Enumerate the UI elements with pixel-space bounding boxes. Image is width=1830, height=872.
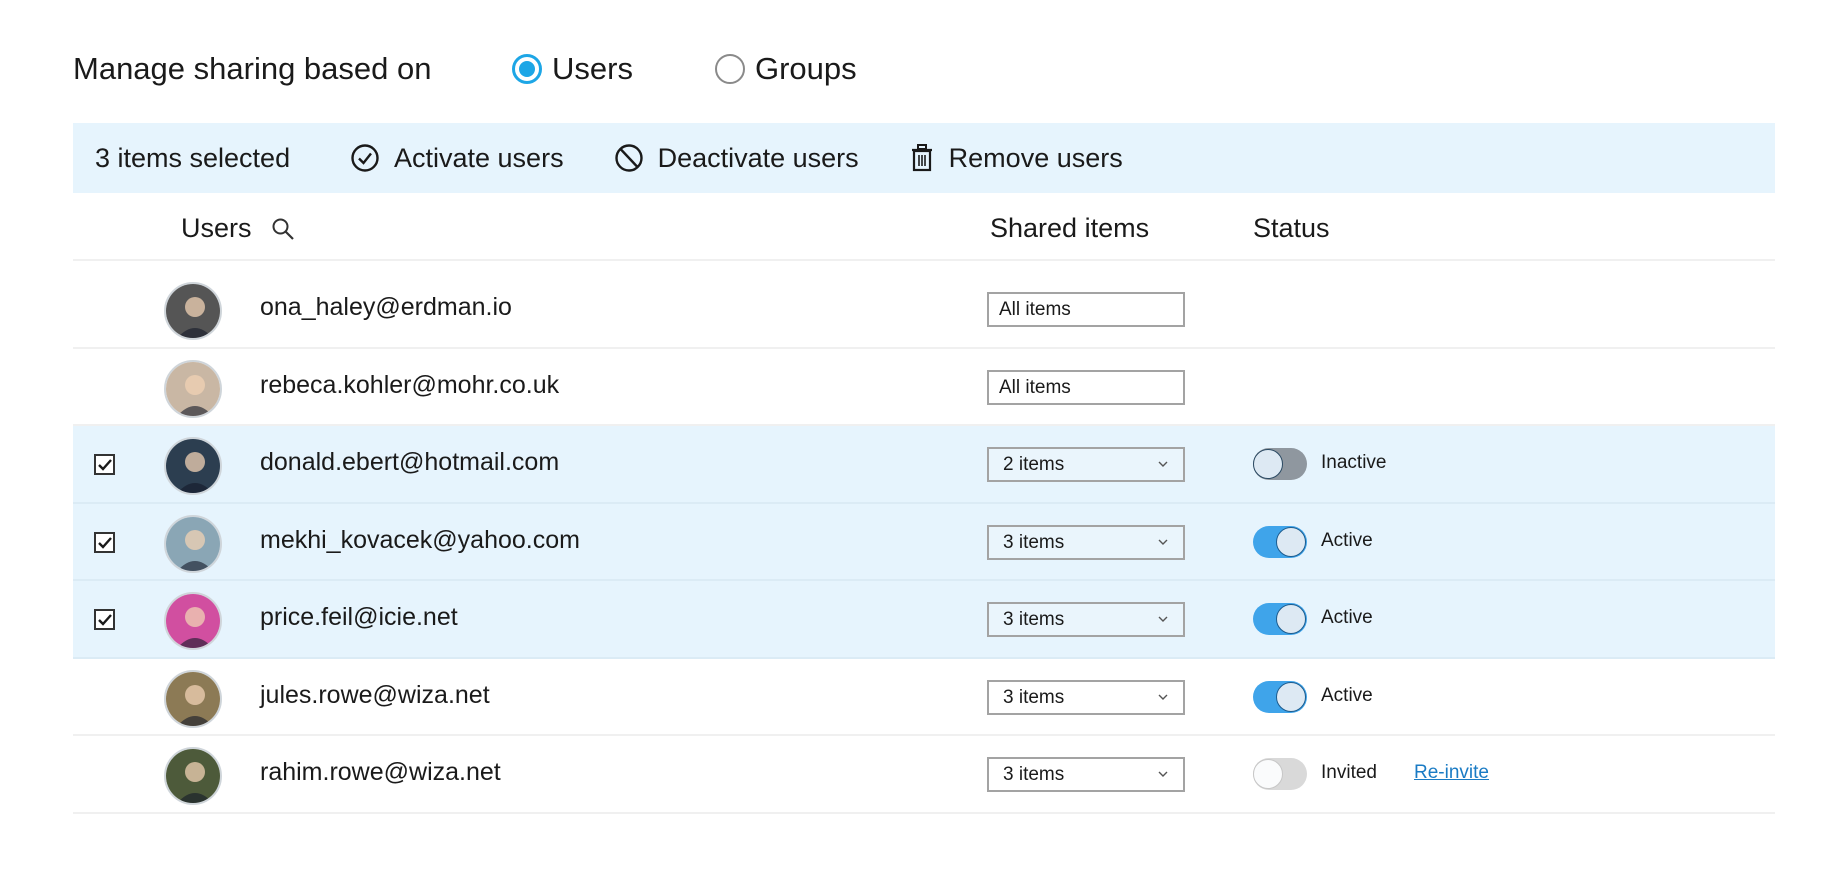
- activate-users-button[interactable]: Activate users: [350, 143, 564, 174]
- remove-users-button[interactable]: Remove users: [909, 143, 1123, 174]
- user-email: price.feil@icie.net: [260, 603, 458, 631]
- page-title: Manage sharing based on: [73, 51, 432, 86]
- avatar: [164, 282, 222, 340]
- row-checkbox[interactable]: [94, 609, 115, 630]
- remove-users-label: Remove users: [948, 142, 1123, 173]
- table-row[interactable]: rahim.rowe@wiza.net 3 items Invited Re-invi…: [73, 736, 1775, 814]
- shared-items-value: 3 items: [1003, 609, 1065, 630]
- toggle-knob: [1276, 526, 1306, 557]
- row-checkbox[interactable]: [94, 454, 115, 475]
- toggle-knob: [1276, 604, 1306, 634]
- status-toggle[interactable]: [1253, 448, 1307, 480]
- shared-items-dropdown[interactable]: 2 items: [987, 447, 1185, 482]
- toggle-knob: [1276, 681, 1306, 712]
- status-label: Active: [1321, 684, 1373, 706]
- radio-users-indicator[interactable]: [512, 54, 542, 84]
- chevron-down-icon: [1158, 616, 1168, 622]
- user-email: jules.rowe@wiza.net: [260, 680, 490, 709]
- row-checkbox[interactable]: [94, 531, 115, 553]
- avatar: [164, 514, 222, 573]
- status-label: Inactive: [1321, 452, 1387, 473]
- table-row[interactable]: price.feil@icie.net 3 items Active: [73, 581, 1775, 659]
- chevron-down-icon: [1158, 771, 1168, 777]
- ban-icon: [614, 144, 643, 172]
- deactivate-users-button[interactable]: Deactivate users: [614, 143, 859, 174]
- user-email: donald.ebert@hotmail.com: [260, 448, 560, 476]
- status-toggle[interactable]: [1253, 603, 1307, 635]
- radio-groups[interactable]: Groups: [714, 51, 857, 87]
- chevron-down-icon: [1158, 539, 1168, 545]
- shared-items-field[interactable]: All items: [987, 369, 1185, 405]
- bulk-action-bar: 3 items selected Activate users Deactiva…: [73, 123, 1775, 193]
- user-email: rahim.rowe@wiza.net: [260, 758, 501, 786]
- search-icon[interactable]: [271, 217, 295, 241]
- radio-groups-indicator[interactable]: [714, 54, 745, 84]
- table-row[interactable]: mekhi_kovacek@yahoo.com 3 items Active: [73, 503, 1775, 581]
- status-toggle[interactable]: [1253, 758, 1307, 790]
- selected-count: 3 items selected: [95, 142, 291, 173]
- shared-items-field[interactable]: All items: [987, 292, 1185, 327]
- shared-items-value: All items: [999, 376, 1071, 398]
- shared-items-value: 2 items: [1003, 454, 1065, 475]
- table-row[interactable]: jules.rowe@wiza.net 3 items Active: [73, 659, 1775, 736]
- toggle-knob: [1253, 449, 1283, 479]
- avatar: [164, 592, 222, 650]
- table-header: Users Shared items Status: [73, 203, 1775, 261]
- table-row[interactable]: ona_haley@erdman.io All items: [73, 271, 1775, 349]
- status-toggle[interactable]: [1253, 680, 1307, 713]
- checkmark-icon: [98, 614, 112, 626]
- radio-users-label: Users: [552, 51, 633, 86]
- user-email: ona_haley@erdman.io: [260, 293, 512, 321]
- status-toggle[interactable]: [1253, 525, 1307, 558]
- checkmark-icon: [98, 536, 112, 549]
- users-table: ona_haley@erdman.io All items rebeca.kohle…: [73, 271, 1775, 814]
- shared-items-dropdown[interactable]: 3 items: [987, 602, 1185, 637]
- table-row[interactable]: donald.ebert@hotmail.com 2 items Inactive: [73, 426, 1775, 504]
- chevron-down-icon: [1158, 694, 1168, 700]
- avatar: [164, 437, 222, 495]
- column-header-users: Users: [181, 213, 252, 243]
- chevron-down-icon: [1158, 461, 1168, 467]
- user-email: mekhi_kovacek@yahoo.com: [260, 525, 580, 554]
- deactivate-users-label: Deactivate users: [657, 142, 859, 173]
- shared-items-value: All items: [999, 299, 1071, 320]
- sharing-mode-header: Manage sharing based on Users Groups: [73, 46, 939, 92]
- toggle-knob: [1253, 759, 1283, 789]
- avatar: [164, 359, 222, 418]
- shared-items-value: 3 items: [1003, 686, 1065, 708]
- shared-items-dropdown[interactable]: 3 items: [987, 524, 1185, 560]
- trash-icon: [911, 144, 932, 172]
- shared-items-dropdown[interactable]: 3 items: [987, 757, 1185, 792]
- checkmark-icon: [98, 459, 112, 471]
- status-label: Active: [1321, 607, 1373, 628]
- user-email: rebeca.kohler@mohr.co.uk: [260, 370, 560, 399]
- status-label: Invited: [1321, 762, 1377, 783]
- table-row[interactable]: rebeca.kohler@mohr.co.uk All items: [73, 349, 1775, 426]
- shared-items-dropdown[interactable]: 3 items: [987, 679, 1185, 715]
- shared-items-value: 3 items: [1003, 764, 1065, 785]
- status-label: Active: [1321, 529, 1373, 551]
- reinvite-link[interactable]: Re-invite: [1414, 762, 1489, 784]
- check-circle-icon: [351, 144, 379, 172]
- radio-users[interactable]: Users: [512, 51, 633, 87]
- radio-groups-label: Groups: [754, 51, 857, 86]
- avatar: [164, 669, 222, 728]
- avatar: [164, 747, 222, 805]
- column-header-shared-items: Shared items: [990, 213, 1150, 243]
- column-header-status: Status: [1253, 213, 1330, 243]
- activate-users-label: Activate users: [394, 142, 564, 173]
- shared-items-value: 3 items: [1003, 531, 1065, 553]
